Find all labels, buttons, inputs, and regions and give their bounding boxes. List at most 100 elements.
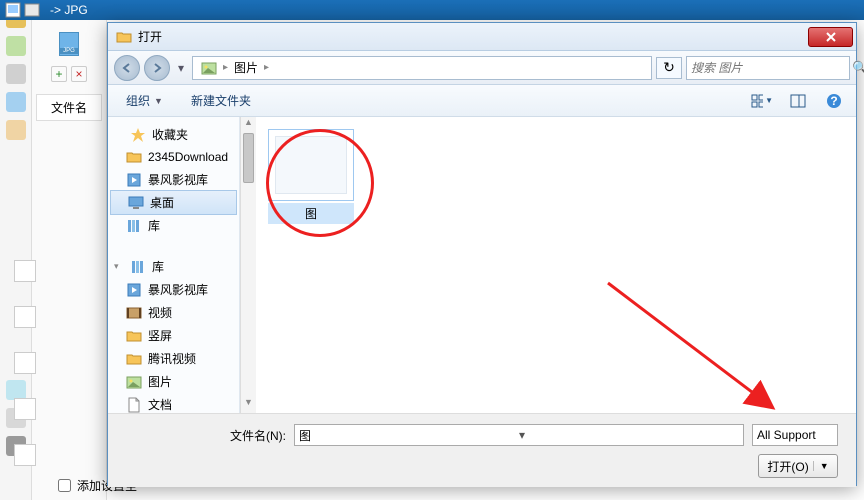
dialog-title-bar: 打开: [108, 23, 856, 51]
refresh-button[interactable]: ↻: [656, 57, 682, 79]
remove-icon[interactable]: ×: [71, 66, 87, 82]
chevron-right-icon[interactable]: ▸: [223, 62, 228, 73]
video-icon: [126, 305, 142, 321]
search-input[interactable]: [691, 61, 848, 75]
sidebar-item-library-fav[interactable]: 库: [108, 214, 239, 237]
sidebar-label: 图片: [148, 373, 172, 390]
help-icon: ?: [826, 93, 842, 109]
folder-icon: [126, 351, 142, 367]
breadcrumb-location[interactable]: 图片: [230, 57, 262, 78]
document-icon: [126, 397, 142, 413]
preview-pane-button[interactable]: [786, 90, 810, 112]
file-item[interactable]: 图: [268, 129, 354, 224]
search-icon: 🔍: [852, 60, 864, 76]
dialog-content: 收藏夹 2345Download 暴风影视库 桌面 库 ▾ 库: [108, 117, 856, 413]
arrow-right-icon: [151, 62, 163, 74]
view-mode-button[interactable]: ▼: [750, 90, 774, 112]
background-thumb-list: [14, 260, 36, 490]
add-settings-checkbox-input[interactable]: [58, 479, 71, 492]
open-dialog: 打开 ▾ ▸ 图片 ▸ ↻ 🔍 组织 ▼: [107, 22, 857, 486]
library-icon: [130, 259, 146, 275]
chevron-down-icon: ▼: [765, 96, 773, 105]
app-icon: [24, 2, 42, 18]
file-name-label: 图: [268, 203, 354, 224]
background-sidebar: + × 文件名: [32, 20, 107, 500]
search-box[interactable]: 🔍: [686, 56, 850, 80]
star-icon: [130, 127, 146, 143]
organize-button[interactable]: 组织 ▼: [118, 89, 171, 112]
thumbnails-icon: [751, 94, 763, 108]
sidebar-item-videos[interactable]: 视频: [108, 301, 239, 324]
folder-icon: [126, 149, 142, 165]
chevron-right-icon[interactable]: ▸: [264, 62, 269, 73]
sidebar-item-portrait[interactable]: 竖屏: [108, 324, 239, 347]
file-type-filter[interactable]: All Support: [752, 424, 838, 446]
address-bar: ▾ ▸ 图片 ▸ ↻ 🔍: [108, 51, 856, 85]
app-icon: [5, 2, 21, 18]
sidebar-item-baofeng[interactable]: 暴风影视库: [108, 168, 239, 191]
filename-value: 图: [299, 427, 519, 444]
split-chevron-icon[interactable]: ▼: [813, 461, 829, 471]
svg-text:?: ?: [830, 94, 837, 108]
filename-input[interactable]: 图 ▾: [294, 424, 744, 446]
jpg-format-icon[interactable]: [59, 32, 79, 56]
filename-header: 文件名: [36, 94, 102, 121]
sidebar-item-2345download[interactable]: 2345Download: [108, 146, 239, 168]
video-library-icon: [126, 282, 142, 298]
sidebar-label: 库: [152, 258, 164, 275]
library-icon: [126, 218, 142, 234]
dialog-title-text: 打开: [138, 28, 808, 45]
background-title-bar: -> JPG: [0, 0, 864, 20]
chevron-down-icon[interactable]: ▾: [519, 428, 739, 442]
sidebar-item-documents[interactable]: 文档: [108, 393, 239, 413]
arrow-left-icon: [121, 62, 133, 74]
sidebar-favorites-header[interactable]: 收藏夹: [108, 123, 239, 146]
dialog-toolbar: 组织 ▼ 新建文件夹 ▼ ?: [108, 85, 856, 117]
video-library-icon: [126, 172, 142, 188]
help-button[interactable]: ?: [822, 90, 846, 112]
sidebar-label: 视频: [148, 304, 172, 321]
dialog-bottom-panel: 文件名(N): 图 ▾ All Support 打开(O) ▼: [108, 413, 856, 487]
sidebar-label: 桌面: [150, 194, 174, 211]
breadcrumb-root[interactable]: [197, 58, 221, 78]
open-button-label: 打开(O): [767, 458, 808, 475]
pictures-icon: [126, 374, 142, 390]
file-list-pane[interactable]: 图: [256, 117, 856, 413]
preview-pane-icon: [790, 94, 806, 108]
close-icon: [825, 32, 837, 42]
folder-icon: [116, 29, 132, 45]
back-button[interactable]: [114, 55, 140, 81]
history-dropdown[interactable]: ▾: [174, 55, 188, 81]
sidebar-item-tencent[interactable]: 腾讯视频: [108, 347, 239, 370]
sidebar-label: 库: [148, 217, 160, 234]
sidebar-label: 2345Download: [148, 150, 228, 164]
new-folder-label: 新建文件夹: [191, 92, 251, 109]
sidebar-item-baofeng-lib[interactable]: 暴风影视库: [108, 278, 239, 301]
file-thumbnail: [268, 129, 354, 201]
filename-label: 文件名(N):: [126, 427, 286, 444]
sidebar-scrollbar[interactable]: ▲ ▼: [240, 117, 256, 413]
scrollbar-thumb[interactable]: [243, 133, 254, 183]
add-icon[interactable]: +: [51, 66, 67, 82]
sidebar-label: 暴风影视库: [148, 171, 208, 188]
sidebar-item-pictures[interactable]: 图片: [108, 370, 239, 393]
sidebar-libraries-header[interactable]: ▾ 库: [108, 255, 239, 278]
sidebar-item-desktop[interactable]: 桌面: [110, 190, 237, 215]
open-button[interactable]: 打开(O) ▼: [758, 454, 838, 478]
sidebar-label: 竖屏: [148, 327, 172, 344]
background-title-text: -> JPG: [50, 3, 88, 17]
sidebar-label: 收藏夹: [152, 126, 188, 143]
close-button[interactable]: [808, 27, 853, 47]
pictures-library-icon: [201, 60, 217, 76]
folder-icon: [126, 328, 142, 344]
collapse-icon[interactable]: ▾: [114, 261, 124, 272]
sidebar-label: 腾讯视频: [148, 350, 196, 367]
breadcrumb[interactable]: ▸ 图片 ▸: [192, 56, 652, 80]
background-mini-toolbar: + ×: [32, 66, 106, 82]
navigation-sidebar: 收藏夹 2345Download 暴风影视库 桌面 库 ▾ 库: [108, 117, 240, 413]
organize-label: 组织: [126, 92, 150, 109]
sidebar-label: 暴风影视库: [148, 281, 208, 298]
forward-button[interactable]: [144, 55, 170, 81]
new-folder-button[interactable]: 新建文件夹: [183, 89, 259, 112]
chevron-down-icon: ▼: [154, 96, 163, 106]
